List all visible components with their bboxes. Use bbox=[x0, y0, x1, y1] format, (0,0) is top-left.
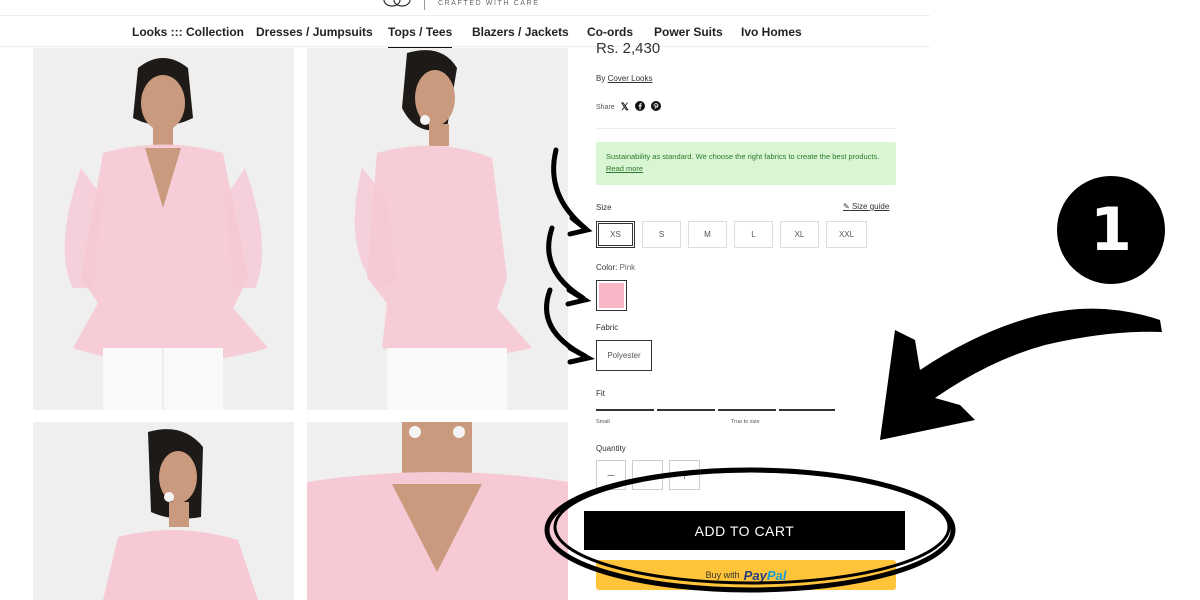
quantity-input[interactable] bbox=[632, 460, 663, 490]
nav-item-ivo-homes[interactable]: Ivo Homes bbox=[741, 25, 802, 39]
fit-segment-1 bbox=[596, 409, 654, 411]
color-value: Pink bbox=[619, 263, 636, 272]
paypal-logo-pal: Pal bbox=[766, 567, 787, 583]
fit-segment-2 bbox=[657, 409, 715, 411]
vendor-line: By Cover Looks bbox=[596, 74, 653, 83]
share-label: Share bbox=[596, 104, 615, 111]
fit-segment-4 bbox=[779, 409, 835, 411]
main-nav: Looks ::: Collection Dresses / Jumpsuits… bbox=[0, 17, 930, 49]
fabric-option-polyester[interactable]: Polyester bbox=[596, 340, 652, 371]
notice-text: Sustainability as standard. We choose th… bbox=[606, 152, 880, 161]
top-header: CRAFTED WITH CARE bbox=[0, 0, 930, 16]
color-swatch-pink[interactable] bbox=[596, 280, 627, 311]
fit-small-label: Small bbox=[596, 419, 610, 425]
color-label: Color: bbox=[596, 263, 618, 272]
fit-label: Fit bbox=[596, 389, 605, 398]
nav-item-blazers-jackets[interactable]: Blazers / Jackets bbox=[472, 25, 569, 39]
brand-logo-icon[interactable] bbox=[383, 0, 411, 10]
product-price: Rs. 2,430 bbox=[596, 40, 661, 57]
add-to-cart-button[interactable]: ADD TO CART bbox=[584, 511, 905, 550]
size-guide-link[interactable]: ✎ Size guide bbox=[843, 202, 889, 211]
share-row: Share 𝕏 bbox=[596, 101, 661, 114]
quantity-label: Quantity bbox=[596, 444, 626, 453]
size-option-xs[interactable]: XS bbox=[596, 221, 635, 248]
product-image-front[interactable] bbox=[33, 48, 294, 410]
quantity-minus-button[interactable]: − bbox=[596, 460, 626, 490]
vendor-link[interactable]: Cover Looks bbox=[608, 74, 653, 83]
brand-divider bbox=[424, 0, 425, 10]
x-icon[interactable]: 𝕏 bbox=[621, 102, 629, 113]
paypal-logo: PayPal bbox=[744, 568, 787, 583]
nav-item-tops-tees[interactable]: Tops / Tees bbox=[388, 25, 453, 49]
product-image-detail-2[interactable] bbox=[307, 422, 568, 600]
size-option-xxl[interactable]: XXL bbox=[826, 221, 867, 248]
brand-tagline: CRAFTED WITH CARE bbox=[438, 0, 540, 7]
sustainability-notice: Sustainability as standard. We choose th… bbox=[596, 142, 896, 185]
fabric-label: Fabric bbox=[596, 323, 619, 332]
size-option-s[interactable]: S bbox=[642, 221, 681, 248]
color-label-row: Color: Pink bbox=[596, 263, 635, 272]
paypal-prefix: Buy with bbox=[705, 570, 740, 580]
fit-true-label: True to size bbox=[731, 419, 760, 425]
size-option-xl[interactable]: XL bbox=[780, 221, 819, 248]
read-more-link[interactable]: Read more bbox=[606, 164, 643, 173]
product-image-side[interactable] bbox=[307, 48, 568, 410]
nav-item-looks-collection[interactable]: Looks ::: Collection bbox=[132, 25, 244, 39]
product-image-detail-1[interactable] bbox=[33, 422, 294, 600]
facebook-icon[interactable] bbox=[634, 101, 645, 114]
big-arrow-icon bbox=[880, 308, 1162, 440]
size-guide-text: Size guide bbox=[851, 202, 890, 211]
nav-item-power-suits[interactable]: Power Suits bbox=[654, 25, 723, 39]
quantity-plus-button[interactable]: + bbox=[669, 460, 700, 490]
pinterest-icon[interactable] bbox=[650, 101, 661, 114]
nav-item-co-ords[interactable]: Co-ords bbox=[587, 25, 633, 39]
size-option-m[interactable]: M bbox=[688, 221, 727, 248]
step-number-badge: 1 bbox=[1057, 176, 1165, 284]
divider bbox=[596, 128, 896, 129]
pencil-icon: ✎ bbox=[843, 202, 850, 211]
size-option-l[interactable]: L bbox=[734, 221, 773, 248]
paypal-button[interactable]: Buy with PayPal bbox=[596, 560, 896, 590]
size-label: Size bbox=[596, 203, 612, 212]
swatch-fill bbox=[599, 283, 624, 308]
vendor-by-label: By bbox=[596, 74, 606, 83]
fit-segment-3 bbox=[718, 409, 776, 411]
paypal-logo-pay: Pay bbox=[743, 567, 767, 583]
nav-item-dresses-jumpsuits[interactable]: Dresses / Jumpsuits bbox=[256, 25, 373, 39]
